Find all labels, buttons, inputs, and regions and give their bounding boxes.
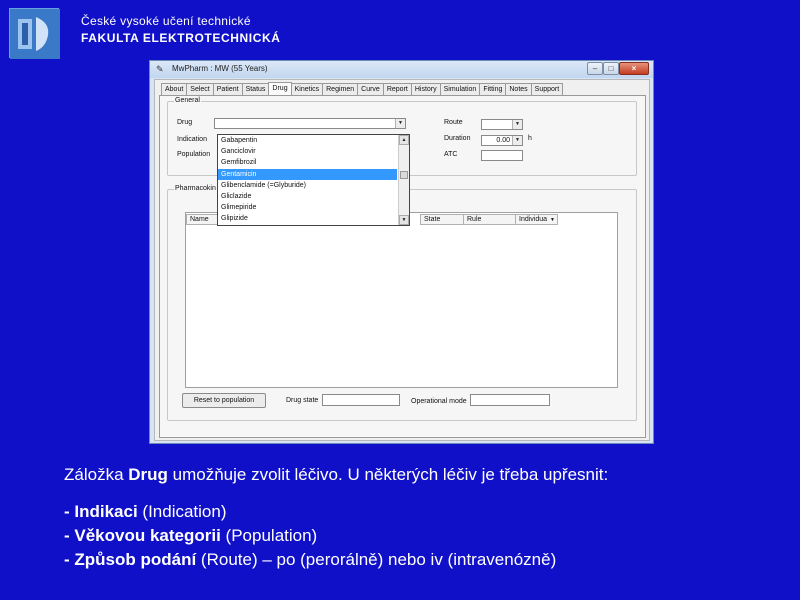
population-label: Population [177,151,211,158]
bullet-rest: (Indication) [137,502,227,521]
window-titlebar[interactable]: ✎ MwPharm : MW (55 Years) – □ × [150,61,653,78]
general-group-label: General [174,97,201,104]
indication-label: Indication [177,136,207,143]
slide-bullet-population: - Věkovou kategorii (Population) [64,526,317,546]
duration-label: Duration [444,135,471,142]
slide-bullet-route: - Způsob podání (Route) – po (perorálně)… [64,550,556,570]
duration-select[interactable]: 0.00 ▼ [481,135,523,146]
list-item[interactable]: Gliclazide [218,191,397,202]
faculty-name: FAKULTA ELEKTROTECHNICKÁ [81,31,281,45]
route-label: Route [444,119,463,126]
tab-drug[interactable]: Drug [268,82,292,96]
intro-bold: Drug [128,465,168,484]
slide-intro: Záložka Drug umožňuje zvolit léčivo. U n… [64,465,608,485]
column-header-individual[interactable]: Individua ▼ [515,214,558,225]
bullet-bold: - Indikaci [64,502,138,521]
list-item[interactable]: Glipizide [218,213,397,224]
column-header-rule[interactable]: Rule [463,214,516,225]
maximize-button[interactable]: □ [603,62,619,75]
column-header-state[interactable]: State [420,214,464,225]
duration-unit: h [528,135,532,142]
drug-select[interactable]: ▼ [214,118,406,129]
minimize-button[interactable]: – [587,62,603,75]
close-button[interactable]: × [619,62,649,75]
intro-post: umožňuje zvolit léčivo. U některých léči… [167,465,609,484]
pharmacokinetics-group-label: Pharmacokin [174,185,217,192]
slide-bullet-indication: - Indikaci (Indication) [64,502,227,522]
mwpharm-app-icon: ✎ [156,64,164,74]
chevron-down-icon[interactable]: ▼ [395,119,405,128]
column-header-individual-label: Individua [519,216,548,223]
drug-state-field[interactable] [322,394,400,406]
scroll-down-icon[interactable]: ▼ [399,215,409,225]
cvut-logo-icon [9,8,60,59]
column-header-name[interactable]: Name [186,214,218,225]
list-item-selected[interactable]: Gentamicin [218,168,397,180]
reset-to-population-button[interactable]: Reset to population [182,393,266,408]
operational-mode-label: Operational mode [411,398,467,405]
chevron-down-icon[interactable]: ▼ [512,136,522,145]
university-name: České vysoké učení technické [81,14,251,28]
pharmacokinetics-table[interactable]: Name State Rule Individua ▼ [185,212,618,388]
bullet-rest: (Population) [220,526,318,545]
atc-label: ATC [444,151,458,158]
bullet-bold: - Věkovou kategorii [64,526,221,545]
list-item[interactable]: Glibenclamide (=Glyburide) [218,180,397,191]
chevron-down-icon[interactable]: ▼ [550,215,555,225]
drug-state-label: Drug state [286,397,319,404]
intro-pre: Záložka [64,465,129,484]
chevron-down-icon[interactable]: ▼ [512,120,522,129]
route-select[interactable]: ▼ [481,119,523,130]
drug-label: Drug [177,119,193,126]
list-item[interactable]: Gabapentin [218,135,397,146]
atc-field[interactable] [481,150,523,161]
bullet-bold: - Způsob podání [64,550,197,569]
list-item[interactable]: Glimepiride [218,202,397,213]
drug-dropdown-list[interactable]: Gabapentin Ganciclovir Gemfibrozil Genta… [217,134,410,226]
scroll-thumb[interactable] [400,171,408,179]
bullet-rest: (Route) – po (perorálně) nebo iv (intrav… [196,550,557,569]
list-item[interactable]: Gemfibrozil [218,157,397,168]
scroll-up-icon[interactable]: ▲ [399,135,409,145]
list-scrollbar[interactable]: ▲ ▼ [398,135,409,225]
tab-strip: About Select Patient Status Drug Kinetic… [161,82,564,96]
list-item[interactable]: Ganciclovir [218,146,397,157]
operational-mode-field[interactable] [470,394,550,406]
duration-value: 0.00 [496,137,510,144]
window-title: MwPharm : MW (55 Years) [172,64,268,73]
